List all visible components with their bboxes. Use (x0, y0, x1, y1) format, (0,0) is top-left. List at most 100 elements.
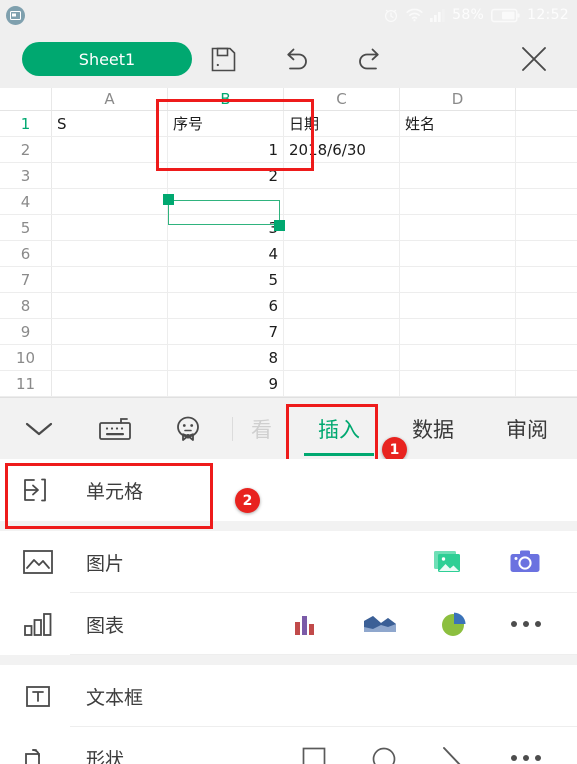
panel-item-chart[interactable]: 图表 (0, 593, 577, 655)
cell-a8[interactable] (52, 293, 168, 318)
cell-b11[interactable]: 9 (168, 371, 284, 396)
cell-a5[interactable] (52, 215, 168, 240)
more-icon[interactable] (511, 755, 541, 761)
cell-d5[interactable] (400, 215, 516, 240)
cell-b6[interactable]: 4 (168, 241, 284, 266)
cell-a7[interactable] (52, 267, 168, 292)
camera-icon[interactable] (509, 548, 541, 576)
redo-icon[interactable] (355, 45, 385, 73)
column-header-c[interactable]: C (284, 88, 400, 110)
cell-b3[interactable]: 2 (168, 163, 284, 188)
cell-a11[interactable] (52, 371, 168, 396)
cell-d10[interactable] (400, 345, 516, 370)
row-header[interactable]: 11 (0, 371, 52, 396)
tab-view[interactable]: 看 (251, 414, 272, 444)
cell-d7[interactable] (400, 267, 516, 292)
panel-item-shapes[interactable]: 形状 (0, 727, 577, 764)
cell-b1[interactable]: 序号 (168, 111, 284, 136)
column-header-d[interactable]: D (400, 88, 516, 110)
cell-b8[interactable]: 6 (168, 293, 284, 318)
assistant-face-icon[interactable] (172, 415, 204, 443)
more-icon[interactable] (511, 621, 541, 627)
cell-d2[interactable] (400, 137, 516, 162)
square-shape-icon[interactable] (301, 745, 327, 764)
sheet-tab-button[interactable]: Sheet1 (22, 42, 192, 76)
cell-b4[interactable] (168, 189, 284, 214)
cell-a4[interactable] (52, 189, 168, 214)
tab-review[interactable]: 审阅 (506, 414, 548, 444)
close-icon[interactable] (519, 44, 549, 74)
cell-c3[interactable] (284, 163, 400, 188)
row-header[interactable]: 8 (0, 293, 52, 318)
cell-a1[interactable]: S (52, 111, 168, 136)
line-shape-icon[interactable] (441, 745, 467, 764)
row-header[interactable]: 4 (0, 189, 52, 214)
gallery-icon[interactable] (433, 548, 465, 576)
cell-d6[interactable] (400, 241, 516, 266)
cell-c5[interactable] (284, 215, 400, 240)
row-header[interactable]: 6 (0, 241, 52, 266)
cell-d1[interactable]: 姓名 (400, 111, 516, 136)
cell-d11[interactable] (400, 371, 516, 396)
cell-c2[interactable]: 2018/6/30 (284, 137, 400, 162)
cell-d8[interactable] (400, 293, 516, 318)
table-row[interactable]: 6 4 (0, 241, 577, 267)
pie-chart-icon[interactable] (440, 610, 468, 638)
table-row[interactable]: 7 5 (0, 267, 577, 293)
cell-b2[interactable]: 1 (168, 137, 284, 162)
table-row[interactable]: 8 6 (0, 293, 577, 319)
table-row[interactable]: 3 2 (0, 163, 577, 189)
keyboard-icon[interactable] (98, 415, 132, 443)
row-header[interactable]: 3 (0, 163, 52, 188)
row-header[interactable]: 2 (0, 137, 52, 162)
cell-c1[interactable]: 日期 (284, 111, 400, 136)
cell-b10[interactable]: 8 (168, 345, 284, 370)
cell-b7[interactable]: 5 (168, 267, 284, 292)
cell-d3[interactable] (400, 163, 516, 188)
area-chart-icon[interactable] (363, 612, 397, 636)
cell-c8[interactable] (284, 293, 400, 318)
undo-icon[interactable] (281, 45, 311, 73)
cell-d9[interactable] (400, 319, 516, 344)
circle-shape-icon[interactable] (371, 745, 397, 764)
row-header[interactable]: 5 (0, 215, 52, 240)
column-header-a[interactable]: A (52, 88, 168, 110)
cell-c11[interactable] (284, 371, 400, 396)
cell-a2[interactable] (52, 137, 168, 162)
cell-c10[interactable] (284, 345, 400, 370)
row-header[interactable]: 1 (0, 111, 52, 136)
column-header-b[interactable]: B (168, 88, 284, 110)
cell-c7[interactable] (284, 267, 400, 292)
tab-insert[interactable]: 插入 (304, 414, 374, 456)
panel-item-textbox[interactable]: 文本框 (0, 665, 577, 727)
spreadsheet-grid[interactable]: A B C D 1 S 序号 日期 姓名 2 1 2018/6/30 3 2 4 (0, 88, 577, 397)
cell-a9[interactable] (52, 319, 168, 344)
panel-item-picture[interactable]: 图片 (0, 531, 577, 593)
cell-d4[interactable] (400, 189, 516, 214)
table-row[interactable]: 10 8 (0, 345, 577, 371)
cell-b5[interactable]: 3 (168, 215, 284, 240)
row-header[interactable]: 7 (0, 267, 52, 292)
table-row[interactable]: 5 3 (0, 215, 577, 241)
table-row[interactable]: 1 S 序号 日期 姓名 (0, 111, 577, 137)
panel-item-cell[interactable]: 单元格 (0, 459, 577, 521)
bar-chart-icon[interactable] (292, 611, 320, 637)
chevron-down-icon[interactable] (24, 420, 54, 438)
table-row[interactable]: 11 9 (0, 371, 577, 397)
cell-c9[interactable] (284, 319, 400, 344)
tab-data[interactable]: 数据 (412, 414, 454, 444)
cell-a10[interactable] (52, 345, 168, 370)
table-row[interactable]: 9 7 (0, 319, 577, 345)
table-row[interactable]: 4 (0, 189, 577, 215)
table-row[interactable]: 2 1 2018/6/30 (0, 137, 577, 163)
row-header[interactable]: 10 (0, 345, 52, 370)
cell-c6[interactable] (284, 241, 400, 266)
row-header[interactable]: 9 (0, 319, 52, 344)
cell-a6[interactable] (52, 241, 168, 266)
cell-c4[interactable] (284, 189, 400, 214)
cell-a3[interactable] (52, 163, 168, 188)
tab-insert-label: 插入 (318, 417, 360, 442)
grid-corner[interactable] (0, 88, 52, 110)
cell-b9[interactable]: 7 (168, 319, 284, 344)
save-icon[interactable] (210, 46, 237, 73)
